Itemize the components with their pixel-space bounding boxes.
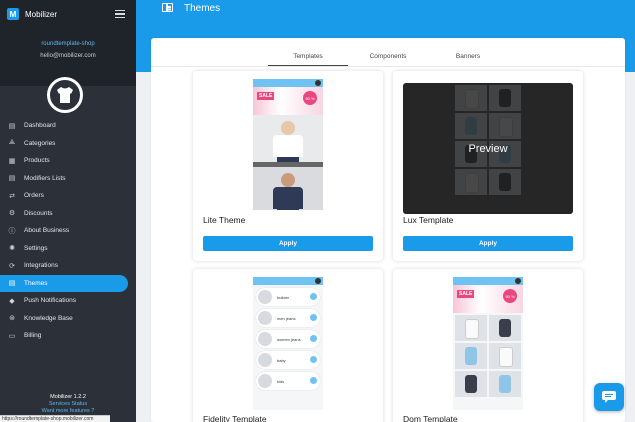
- chat-icon: [602, 391, 616, 403]
- sidebar-item-label: Settings: [24, 244, 48, 252]
- hamburger-menu-icon[interactable]: [115, 9, 125, 19]
- billing-icon: ▭: [8, 332, 16, 340]
- brand-name: Mobilizer: [25, 9, 58, 19]
- gear-icon: ✺: [9, 245, 15, 253]
- sidebar-item-modifiers-lists[interactable]: ▤ Modifiers Lists: [0, 170, 136, 188]
- list-item: baby: [256, 351, 320, 369]
- sidebar-item-knowledge-base[interactable]: ⊛ Knowledge Base: [0, 310, 136, 328]
- tab-banners[interactable]: Banners: [428, 38, 508, 66]
- sidebar-item-orders[interactable]: ⇄ Orders: [0, 187, 136, 205]
- sidebar-item-label: Modifiers Lists: [24, 174, 66, 182]
- categories-icon: ⟁: [8, 139, 16, 147]
- themes-panel: Templates Components Banners SALE 50 % Li…: [151, 38, 625, 422]
- list-item: builder: [256, 288, 320, 306]
- app-version: Mobilizer 1.2.2: [50, 394, 86, 400]
- sidebar-item-label: Dashboard: [24, 122, 56, 130]
- sidebar-item-label: Knowledge Base: [24, 314, 73, 322]
- sidebar-item-push-notifications[interactable]: ◆ Push Notifications: [0, 292, 136, 310]
- tab-components[interactable]: Components: [348, 38, 428, 66]
- shop-avatar[interactable]: [47, 77, 83, 113]
- sidebar-item-categories[interactable]: ⟁ Categories: [0, 135, 136, 153]
- sidebar: M Mobilizer roundtemplate-shop hello@mob…: [0, 0, 136, 422]
- lite-theme-preview: SALE 50 %: [253, 79, 323, 210]
- sidebar-item-dashboard[interactable]: ▤ Dashboard: [0, 117, 136, 135]
- sidebar-item-integrations[interactable]: ⟳ Integrations: [0, 257, 136, 275]
- theme-card-dom[interactable]: SALE 50 % Dom Template: [393, 269, 583, 422]
- shop-email: hello@mobilizer.com: [40, 53, 96, 59]
- modifiers-icon: ▤: [8, 175, 16, 183]
- page-title: Themes: [184, 3, 221, 14]
- sidebar-item-label: Themes: [24, 279, 48, 287]
- sidebar-item-label: Categories: [24, 139, 56, 147]
- chat-support-button[interactable]: [594, 383, 624, 411]
- sidebar-item-settings[interactable]: ✺ Settings: [0, 240, 136, 258]
- tshirt-icon: [57, 87, 73, 103]
- apply-lite-button[interactable]: Apply: [203, 236, 373, 251]
- sidebar-menu: ▤ Dashboard ⟁ Categories ▦ Products ▤ Modifiers…: [0, 117, 136, 345]
- want-more-features-link[interactable]: Want more features ?: [0, 408, 136, 414]
- sidebar-item-themes[interactable]: ▤ Themes: [0, 274, 128, 292]
- themes-title-icon: [162, 3, 173, 12]
- sidebar-footer: Mobilizer 1.2.2 Services Status Want mor…: [0, 394, 136, 414]
- apply-lux-button[interactable]: Apply: [403, 236, 573, 251]
- card-title: Lux Template: [403, 215, 454, 225]
- dashboard-icon: ▤: [8, 122, 16, 130]
- theme-card-lite[interactable]: SALE 50 % Lite Theme Apply: [193, 71, 383, 261]
- sidebar-item-discounts[interactable]: ⚙ Discounts: [0, 205, 136, 223]
- theme-card-fidelity[interactable]: builder men jeans women jeans baby kids …: [193, 269, 383, 422]
- sidebar-item-products[interactable]: ▦ Products: [0, 152, 136, 170]
- card-title: Fidelity Template: [203, 414, 267, 422]
- services-status-link[interactable]: Services Status: [0, 401, 136, 407]
- info-icon: ⓘ: [8, 227, 16, 235]
- sidebar-item-label: Discounts: [24, 209, 53, 217]
- list-item: men jeans: [256, 309, 320, 327]
- tab-bar: Templates Components Banners: [151, 38, 625, 66]
- browser-status-url: https://roundtemplate-shop.mobilizer.com: [0, 415, 110, 422]
- sidebar-item-label: Billing: [24, 332, 42, 340]
- preview-overlay[interactable]: Preview: [403, 83, 573, 214]
- themes-icon: ▤: [8, 280, 16, 288]
- shop-name: roundtemplate-shop: [41, 41, 95, 47]
- sidebar-item-label: Integrations: [24, 262, 58, 270]
- mobilizer-logo-icon: M: [7, 8, 19, 20]
- sidebar-item-label: Products: [24, 157, 50, 165]
- tab-templates[interactable]: Templates: [268, 38, 348, 66]
- sidebar-item-billing[interactable]: ▭ Billing: [0, 327, 136, 345]
- fidelity-template-preview: builder men jeans women jeans baby kids: [253, 277, 323, 410]
- sidebar-item-label: Push Notifications: [24, 297, 77, 305]
- list-item: women jeans: [256, 330, 320, 348]
- orders-icon: ⇄: [9, 192, 15, 200]
- card-title: Dom Template: [403, 414, 458, 422]
- products-icon: ▦: [8, 157, 16, 165]
- sidebar-item-label: About Business: [24, 227, 70, 235]
- knowledge-icon: ⊛: [9, 315, 15, 323]
- integrations-icon: ⟳: [9, 262, 15, 270]
- dom-template-preview: SALE 50 %: [453, 277, 523, 410]
- sidebar-item-about-business[interactable]: ⓘ About Business: [0, 222, 136, 240]
- card-title: Lite Theme: [203, 215, 246, 225]
- list-item: kids: [256, 372, 320, 390]
- tab-divider: [151, 66, 625, 67]
- sidebar-item-label: Orders: [24, 192, 44, 200]
- discounts-icon: ⚙: [8, 210, 16, 218]
- bell-icon: ◆: [9, 297, 15, 305]
- sidebar-header: M Mobilizer: [0, 0, 136, 28]
- theme-card-lux[interactable]: Preview Lux Template Apply: [393, 71, 583, 261]
